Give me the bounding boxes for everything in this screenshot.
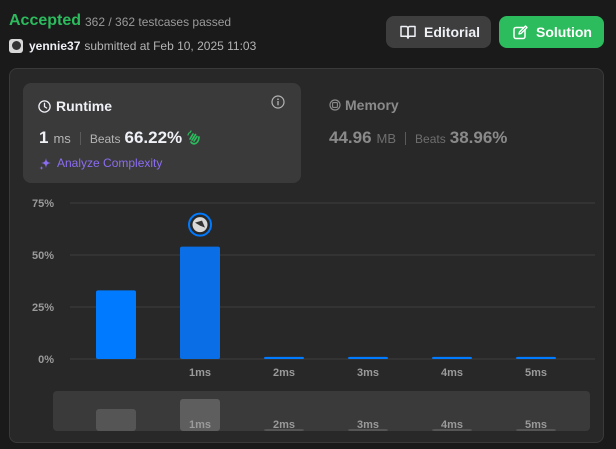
- runtime-title: Runtime: [38, 98, 112, 114]
- bar[interactable]: [432, 356, 472, 359]
- range-selector[interactable]: 1ms 2ms 3ms 4ms 5ms: [53, 391, 590, 431]
- memory-tab[interactable]: Memory 44.96 MB Beats 38.96%: [329, 97, 507, 147]
- runtime-card[interactable]: Runtime 1 ms Beats 66.22% Analyze Comple…: [23, 83, 301, 183]
- x-tick-label: 2ms: [273, 367, 295, 379]
- avatar[interactable]: [9, 39, 23, 53]
- y-tick-label: 25%: [32, 302, 54, 314]
- memory-unit: MB: [376, 131, 397, 146]
- minimap-label: 3ms: [357, 419, 379, 431]
- result-panel: Runtime 1 ms Beats 66.22% Analyze Comple…: [9, 68, 604, 443]
- runtime-distribution-chart[interactable]: 75% 50% 25% 0% 1ms 2ms 3ms 4ms 5ms: [10, 189, 605, 389]
- bar[interactable]: [264, 356, 304, 359]
- submission-info: yennie37 submitted at Feb 10, 2025 11:03: [9, 39, 256, 53]
- clap-icon: [187, 130, 201, 145]
- edit-icon: [513, 24, 528, 39]
- range-minimap[interactable]: 1ms 2ms 3ms 4ms 5ms: [53, 391, 590, 431]
- runtime-value: 1: [39, 128, 49, 147]
- bar[interactable]: [516, 356, 556, 359]
- divider: [79, 131, 81, 145]
- minimap-bar: [96, 409, 136, 431]
- runtime-unit: ms: [53, 131, 71, 146]
- runtime-beats-value: 66.22%: [124, 128, 183, 147]
- analyze-label: Analyze Complexity: [57, 156, 163, 170]
- memory-title-label: Memory: [345, 97, 399, 113]
- minimap-label: 4ms: [441, 419, 463, 431]
- x-tick-label: 3ms: [357, 367, 379, 379]
- y-tick-label: 75%: [32, 198, 54, 210]
- submitted-time: submitted at Feb 10, 2025 11:03: [84, 39, 257, 53]
- runtime-beats-label: Beats: [89, 132, 121, 146]
- solution-button[interactable]: Solution: [499, 16, 604, 48]
- minimap-label: 1ms: [189, 419, 211, 431]
- editorial-button[interactable]: Editorial: [386, 16, 491, 48]
- runtime-metric: 1 ms Beats 66.22%: [39, 128, 202, 148]
- runtime-title-label: Runtime: [56, 98, 112, 114]
- minimap-label: 5ms: [525, 419, 547, 431]
- status-accepted: Accepted: [9, 12, 82, 29]
- minimap-label: 2ms: [273, 419, 295, 431]
- submission-header: Accepted 362 / 362 testcases passed yenn…: [0, 0, 616, 60]
- clock-icon: [38, 99, 51, 113]
- editorial-label: Editorial: [424, 24, 481, 40]
- chip-icon: [329, 99, 341, 111]
- memory-beats-label: Beats: [415, 132, 446, 146]
- username-link[interactable]: yennie37: [29, 39, 80, 53]
- y-tick-label: 50%: [32, 250, 54, 262]
- bar[interactable]: [348, 356, 388, 359]
- info-icon[interactable]: [271, 95, 285, 109]
- memory-title: Memory: [329, 97, 399, 113]
- testcases-count: 362 / 362 testcases passed: [85, 15, 232, 29]
- x-tick-label: 1ms: [189, 367, 211, 379]
- analyze-complexity-link[interactable]: Analyze Complexity: [39, 156, 162, 170]
- bar[interactable]: [180, 246, 220, 359]
- book-icon: [400, 25, 416, 39]
- sparkle-icon: [39, 157, 51, 170]
- memory-value: 44.96: [329, 128, 372, 147]
- solution-label: Solution: [536, 24, 592, 40]
- x-tick-label: 5ms: [525, 367, 547, 379]
- bar[interactable]: [96, 290, 136, 359]
- memory-metric: 44.96 MB Beats 38.96%: [329, 128, 507, 148]
- memory-beats-value: 38.96%: [449, 128, 508, 147]
- y-tick-label: 0%: [38, 354, 54, 366]
- divider: [405, 131, 407, 145]
- x-tick-label: 4ms: [441, 367, 463, 379]
